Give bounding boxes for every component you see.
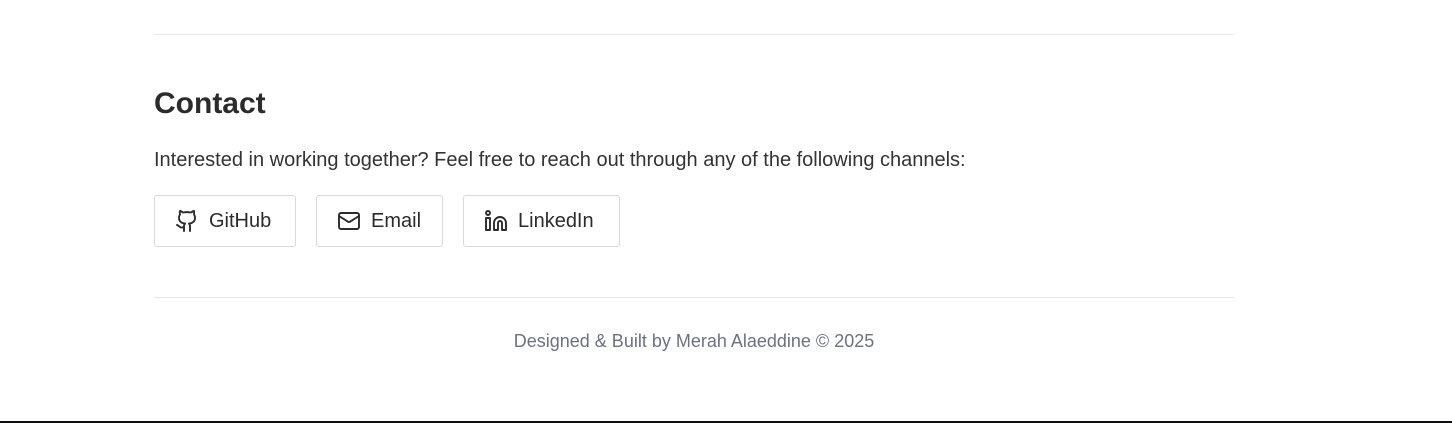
github-button[interactable]: GitHub [154,195,296,247]
section-title: Contact [154,87,266,120]
email-label: Email [371,209,422,232]
github-label: GitHub [209,209,272,232]
email-button[interactable]: Email [316,195,443,247]
linkedin-icon [484,209,508,233]
linkedin-button[interactable]: LinkedIn [463,195,620,247]
linkedin-label: LinkedIn [518,209,594,232]
footer-text: Designed & Built by Merah Alaeddine © 20… [513,331,875,351]
section-divider-top [154,34,1234,35]
mail-icon [337,209,361,233]
contact-intro: Interested in working together? Feel fre… [154,149,966,171]
contact-links: GitHub Email LinkedIn [154,195,620,247]
github-icon [175,209,199,233]
footer-divider [154,297,1234,298]
